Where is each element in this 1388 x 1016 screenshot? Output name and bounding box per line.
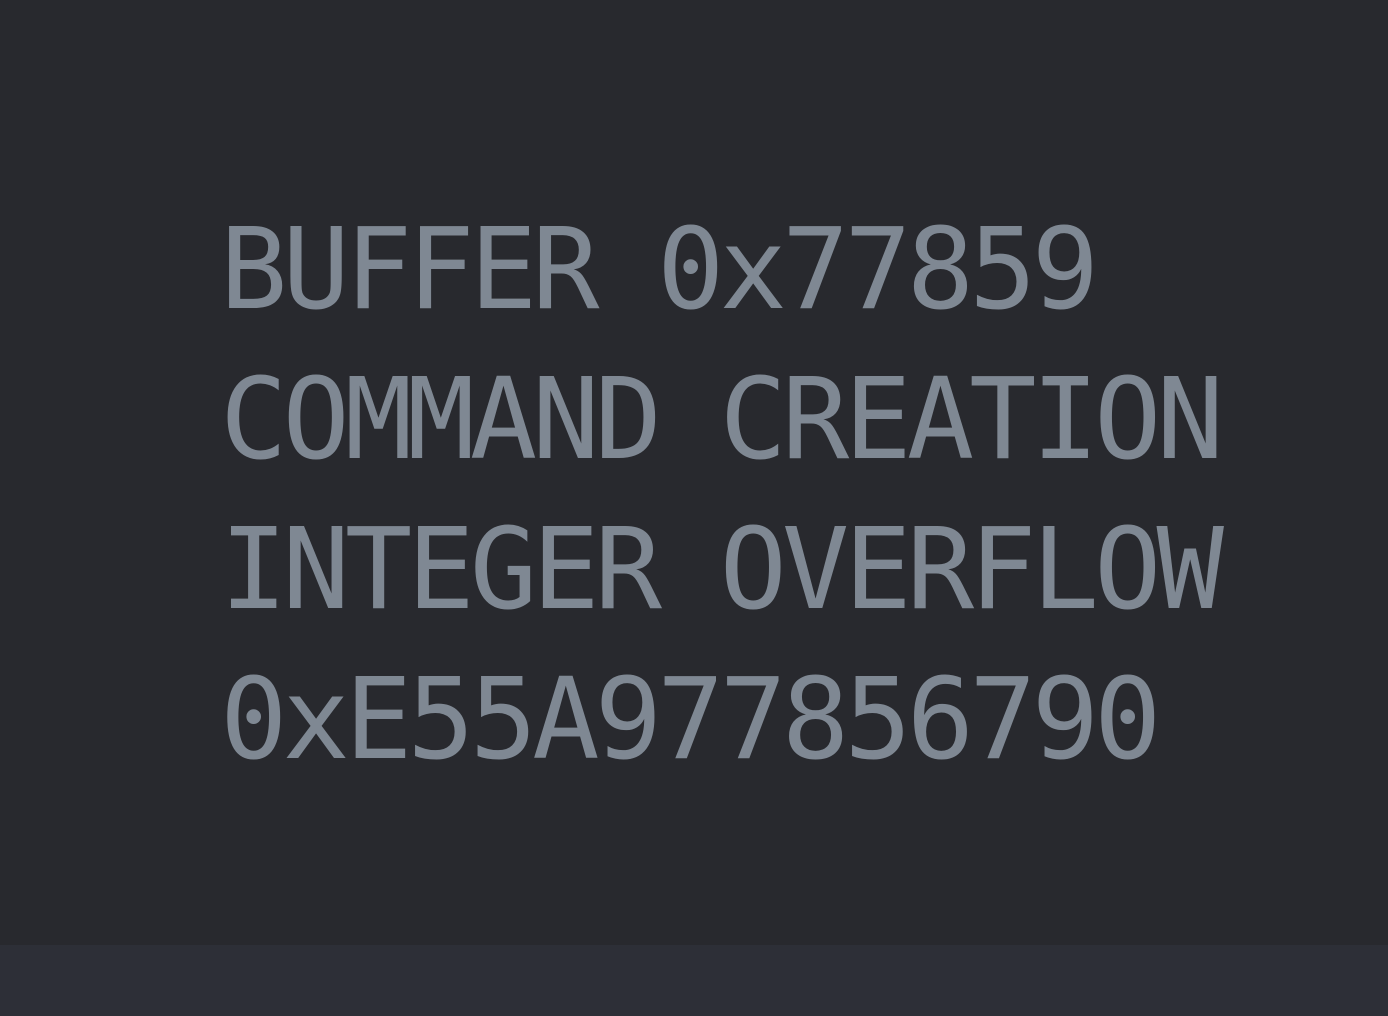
error-line-command: COMMAND CREATION	[220, 355, 1224, 485]
bottom-bar	[0, 945, 1388, 1016]
screen: BUFFER 0x77859 COMMAND CREATION INTEGER …	[0, 0, 1388, 1016]
error-line-overflow: INTEGER OVERFLOW	[220, 505, 1224, 635]
error-line-address: 0xE55A977856790	[220, 655, 1161, 785]
error-console: BUFFER 0x77859 COMMAND CREATION INTEGER …	[0, 0, 1388, 945]
error-message: BUFFER 0x77859 COMMAND CREATION INTEGER …	[220, 205, 1224, 814]
error-line-buffer: BUFFER 0x77859	[220, 205, 1099, 335]
